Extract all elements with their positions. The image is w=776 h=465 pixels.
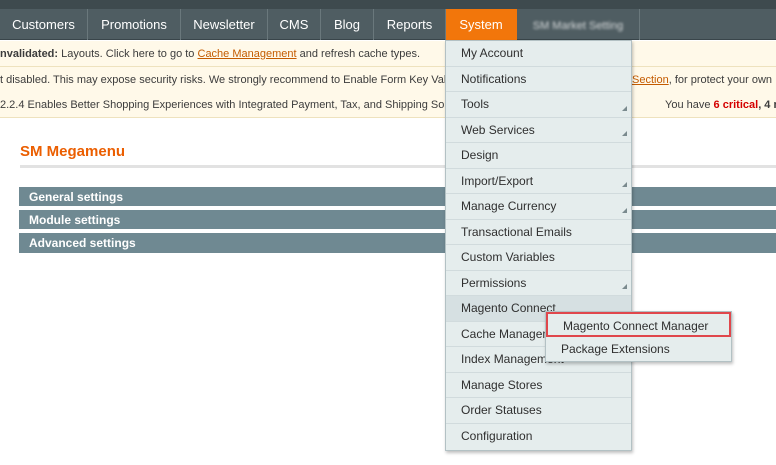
notice-text: t disabled. This may expose security ris…: [0, 74, 449, 86]
nav-label: System: [459, 17, 503, 32]
notice-messages-summary: You have 6 critical, 4 m: [665, 92, 776, 117]
main-nav: Customers Promotions Newsletter CMS Blog…: [0, 9, 776, 40]
nav-label: Newsletter: [193, 17, 255, 32]
title-divider: [20, 165, 776, 168]
notice-suffix: , 4 m: [758, 99, 776, 111]
menu-item-label: Manage Currency: [461, 199, 557, 213]
menu-item-label: Notifications: [461, 71, 527, 86]
nav-item-customers[interactable]: Customers: [0, 9, 88, 40]
nav-item-sm-market-setting[interactable]: SM Market Setting: [517, 9, 640, 40]
menu-item-label: Package Extensions: [561, 342, 670, 356]
menu-item-manage-stores[interactable]: Manage Stores: [446, 373, 631, 398]
menu-item-magento-connect-manager[interactable]: Magento Connect Manager: [546, 312, 731, 337]
notice-text: and refresh cache types.: [296, 48, 421, 60]
menu-item-import-export[interactable]: Import/Export: [446, 169, 631, 194]
top-strip: [0, 0, 776, 9]
menu-item-configuration[interactable]: Configuration: [446, 424, 631, 450]
nav-label: Blog: [333, 17, 361, 32]
notice-version: 2.2.4 Enables Better Shopping Experience…: [0, 92, 776, 118]
menu-item-package-extensions[interactable]: Package Extensions: [546, 337, 731, 362]
submenu-arrow-icon: [622, 131, 627, 136]
notice-text: 2.2.4 Enables Better Shopping Experience…: [0, 99, 459, 111]
menu-item-label: Configuration: [461, 428, 533, 443]
section-general-settings[interactable]: General settings: [19, 187, 776, 208]
menu-item-design[interactable]: Design: [446, 143, 631, 169]
notice-text: Layouts. Click here to go to: [58, 48, 198, 60]
nav-item-promotions[interactable]: Promotions: [88, 9, 181, 40]
nav-item-system[interactable]: System: [446, 9, 517, 40]
menu-item-custom-variables[interactable]: Custom Variables: [446, 245, 631, 271]
nav-item-newsletter[interactable]: Newsletter: [181, 9, 268, 40]
magento-connect-submenu: Magento Connect Manager Package Extensio…: [545, 311, 732, 362]
submenu-arrow-icon: [622, 105, 627, 111]
menu-item-order-statuses[interactable]: Order Statuses: [446, 398, 631, 424]
nav-item-reports[interactable]: Reports: [374, 9, 446, 40]
submenu-arrow-icon: [622, 284, 627, 289]
menu-item-label: Order Statuses: [461, 403, 542, 417]
menu-item-my-account[interactable]: My Account: [446, 41, 631, 67]
menu-item-transactional-emails[interactable]: Transactional Emails: [446, 220, 631, 245]
notice-prefix: You have: [665, 99, 714, 111]
notice-bold-label: nvalidated:: [0, 48, 59, 60]
menu-item-label: Permissions: [461, 275, 527, 290]
section-module-settings[interactable]: Module settings: [19, 210, 776, 231]
submenu-arrow-icon: [622, 207, 627, 213]
page-title: SM Megamenu: [20, 143, 126, 160]
nav-label: SM Market Setting: [532, 20, 624, 32]
system-dropdown-menu: My Account Notifications Tools Web Servi…: [445, 40, 632, 451]
notice-right-text: , for protect your own: [668, 74, 773, 86]
menu-item-label: Design: [461, 148, 499, 162]
section-advanced-settings[interactable]: Advanced settings: [19, 233, 776, 255]
menu-item-label: Magento Connect: [461, 301, 556, 315]
nav-label: Customers: [12, 17, 75, 32]
nav-label: Promotions: [101, 17, 167, 32]
notice-right: Section, for protect your own: [632, 67, 773, 92]
section-link[interactable]: Section: [632, 74, 669, 86]
nav-item-cms[interactable]: CMS: [268, 9, 321, 40]
cache-management-link[interactable]: Cache Management: [198, 48, 297, 60]
menu-item-notifications[interactable]: Notifications: [446, 67, 631, 92]
menu-item-label: My Account: [461, 46, 524, 60]
menu-item-manage-currency[interactable]: Manage Currency: [446, 194, 631, 220]
notice-security: t disabled. This may expose security ris…: [0, 67, 776, 93]
nav-label: CMS: [279, 17, 309, 32]
menu-item-label: Import/Export: [461, 173, 534, 188]
menu-item-web-services[interactable]: Web Services: [446, 118, 631, 143]
menu-item-label: Tools: [461, 97, 490, 111]
menu-item-label: Transactional Emails: [461, 224, 572, 239]
menu-item-label: Manage Stores: [461, 377, 543, 392]
critical-link[interactable]: critical: [723, 99, 758, 111]
menu-item-label: Magento Connect Manager: [563, 319, 709, 333]
submenu-arrow-icon: [622, 182, 627, 187]
critical-count: 6: [713, 99, 720, 111]
nav-label: Reports: [386, 17, 433, 32]
nav-item-blog[interactable]: Blog: [321, 9, 374, 40]
menu-item-permissions[interactable]: Permissions: [446, 271, 631, 296]
notice-cache-invalidated: nvalidated: Layouts. Click here to go to…: [0, 41, 776, 67]
menu-item-label: Web Services: [461, 122, 535, 137]
menu-item-label: Custom Variables: [461, 250, 555, 264]
menu-item-tools[interactable]: Tools: [446, 92, 631, 118]
